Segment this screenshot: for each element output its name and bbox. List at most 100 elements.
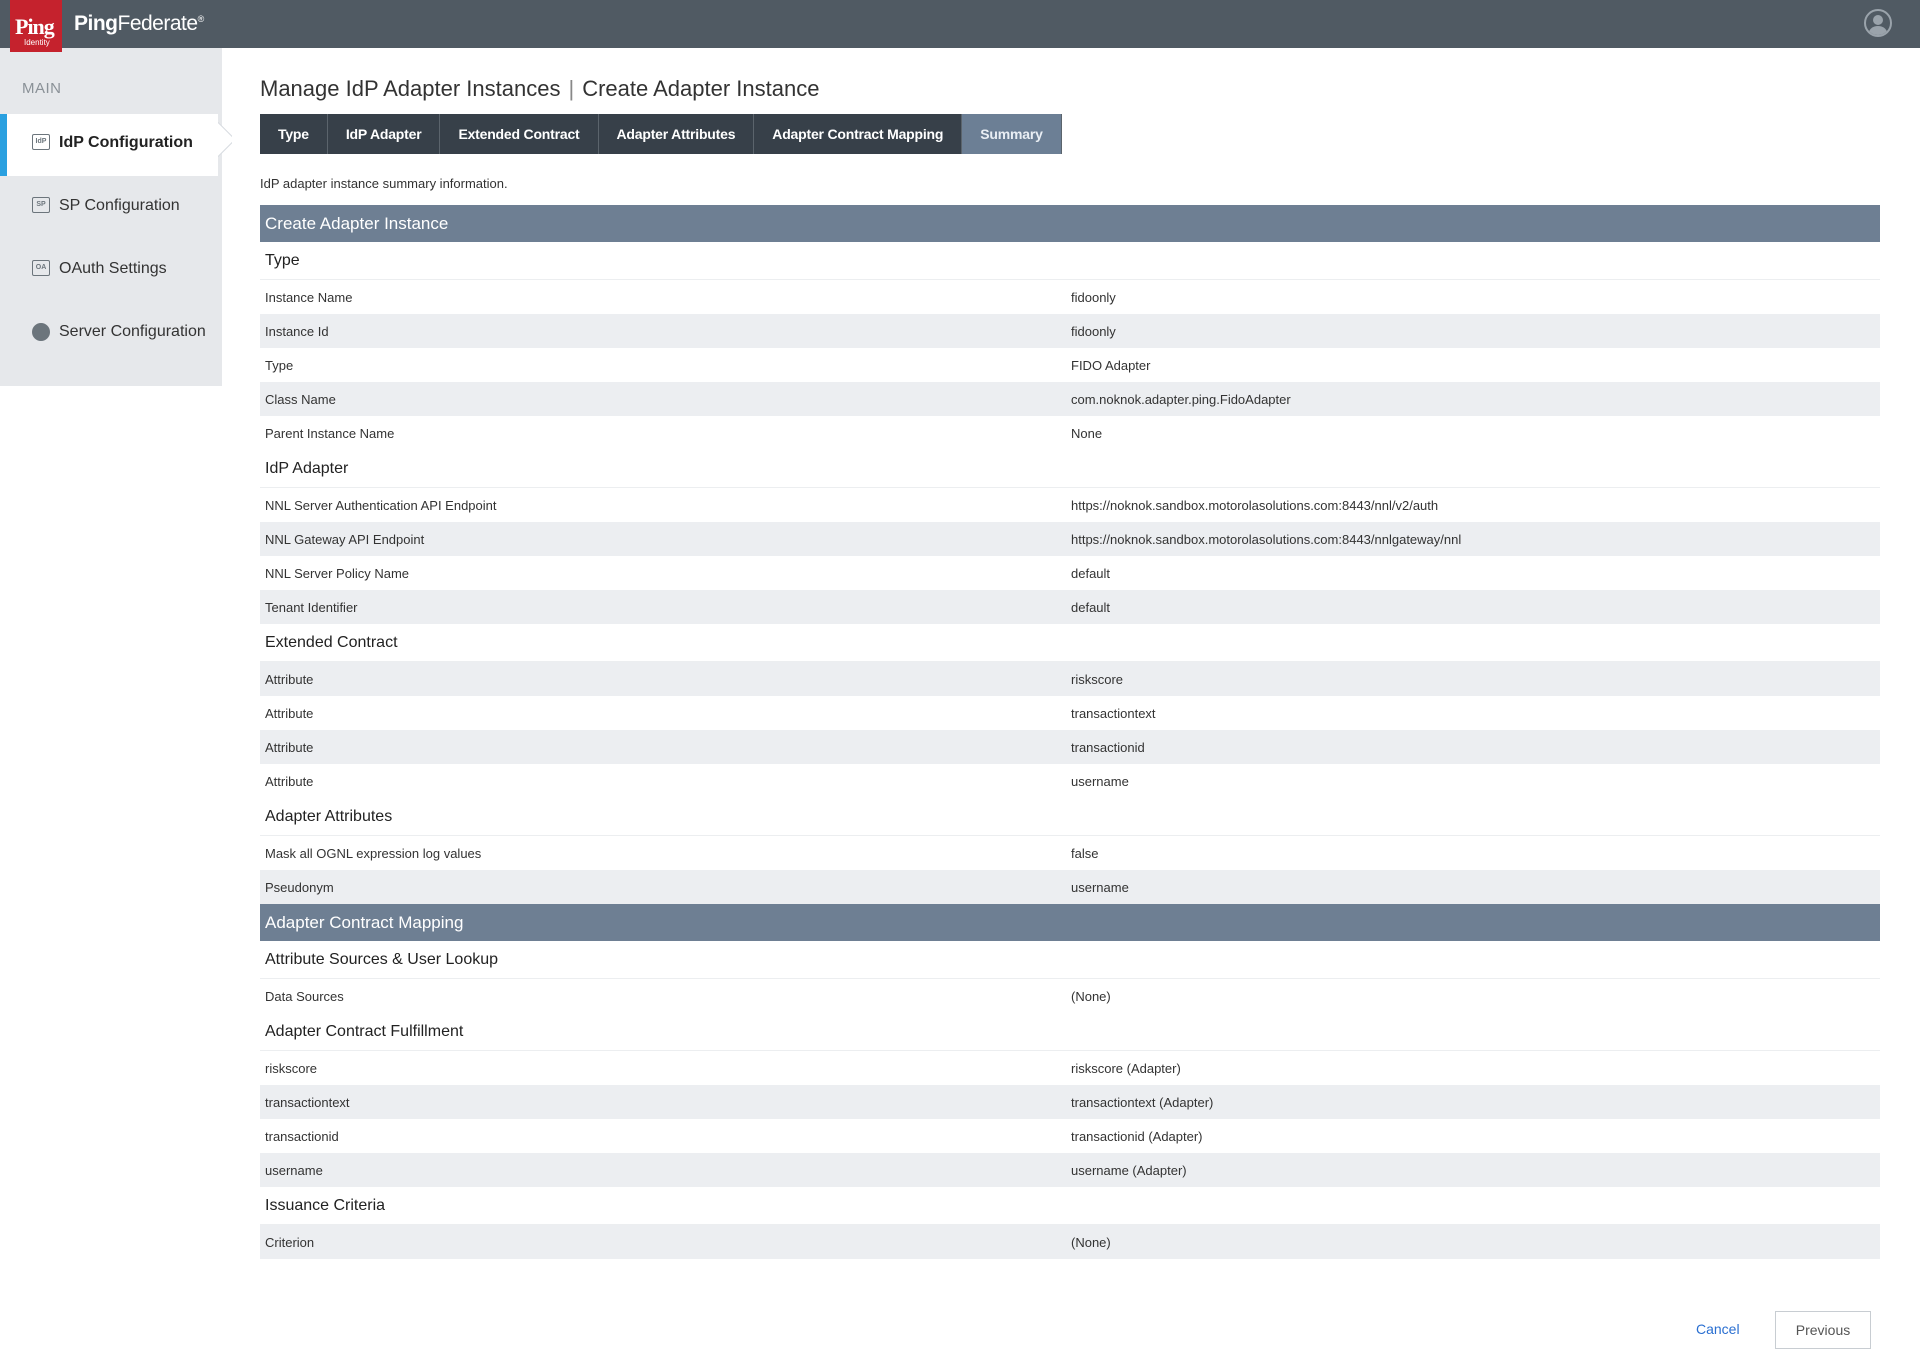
row-key: username (265, 1162, 323, 1178)
table-row: Instance Id fidoonly (260, 314, 1880, 348)
table-row: transactiontext transactiontext (Adapter) (260, 1085, 1880, 1119)
table-row: NNL Server Policy Name default (260, 556, 1880, 590)
row-value: fidoonly (1071, 323, 1116, 339)
row-value: username (1071, 879, 1129, 895)
section-header-adapter-contract-mapping: Adapter Contract Mapping (260, 904, 1880, 941)
tab-type[interactable]: Type (260, 114, 328, 154)
row-key: Mask all OGNL expression log values (265, 845, 482, 861)
row-key: Class Name (265, 391, 336, 407)
row-key: riskscore (265, 1060, 318, 1076)
row-value: false (1071, 845, 1099, 861)
group-title-attribute-sources: Attribute Sources & User Lookup (260, 941, 1880, 979)
row-key: Tenant Identifier (265, 599, 358, 615)
row-value: username (1071, 773, 1129, 789)
sidebar-item-label: IdP Configuration (59, 134, 193, 151)
row-key: Type (265, 357, 294, 373)
row-value: (None) (1071, 988, 1111, 1004)
table-row: Parent Instance Name None (260, 416, 1880, 450)
cancel-link[interactable]: Cancel (1696, 1321, 1740, 1337)
sidebar-item-label: SP Configuration (59, 197, 180, 214)
breadcrumb-parent: Manage IdP Adapter Instances (260, 76, 561, 101)
intro-text: IdP adapter instance summary information… (260, 176, 508, 191)
table-row: Class Name com.noknok.adapter.ping.FidoAd… (260, 382, 1880, 416)
row-value: transactiontext (1071, 705, 1156, 721)
tab-extended-contract[interactable]: Extended Contract (440, 114, 599, 154)
idp-icon: IdP (32, 134, 50, 150)
row-key: Data Sources (265, 988, 344, 1004)
table-row: Tenant Identifier default (260, 590, 1880, 624)
breadcrumb-separator: | (568, 76, 575, 101)
server-icon (32, 323, 50, 341)
row-value: None (1071, 425, 1103, 441)
row-key: Criterion (265, 1234, 315, 1250)
active-indicator-arrow (218, 114, 232, 176)
group-title-type: Type (260, 242, 1880, 280)
row-value: fidoonly (1071, 289, 1116, 305)
group-title-idp-adapter: IdP Adapter (260, 450, 1880, 488)
table-row: Attribute transactiontext (260, 696, 1880, 730)
table-row: Data Sources (None) (260, 979, 1880, 1013)
tab-adapter-attributes[interactable]: Adapter Attributes (598, 114, 755, 154)
group-title-contract-fulfillment: Adapter Contract Fulfillment (260, 1013, 1880, 1051)
sidebar-section-label: MAIN (22, 80, 62, 97)
trademark: ® (197, 14, 205, 24)
row-value: username (Adapter) (1071, 1162, 1187, 1178)
section-header-create-adapter-instance: Create Adapter Instance (260, 205, 1880, 242)
row-key: Attribute (265, 739, 314, 755)
row-value: riskscore (1071, 671, 1124, 687)
table-row: Attribute username (260, 764, 1880, 798)
summary-table: Create Adapter Instance Type Instance Na… (260, 205, 1880, 1259)
product-name-a: Ping (74, 12, 118, 35)
sidebar-item-server-configuration[interactable]: Server Configuration (0, 303, 222, 365)
table-row: username username (Adapter) (260, 1153, 1880, 1187)
row-value: com.noknok.adapter.ping.FidoAdapter (1071, 391, 1291, 407)
row-value: transactionid (1071, 739, 1145, 755)
breadcrumb-current: Create Adapter Instance (582, 76, 820, 101)
table-row: Pseudonym username (260, 870, 1880, 904)
tab-idp-adapter[interactable]: IdP Adapter (327, 114, 441, 154)
row-key: NNL Server Policy Name (265, 565, 410, 581)
table-row: Criterion (None) (260, 1225, 1880, 1259)
table-row: Mask all OGNL expression log values false (260, 836, 1880, 870)
sp-icon: SP (32, 197, 50, 213)
previous-button[interactable]: Previous (1775, 1311, 1871, 1349)
table-row: NNL Server Authentication API Endpoint ht… (260, 488, 1880, 522)
sidebar-item-idp-configuration[interactable]: IdP IdP Configuration (0, 114, 218, 176)
sidebar-item-label: OAuth Settings (59, 260, 167, 277)
top-header: Ping Identity PingFederate® (0, 0, 1920, 52)
tab-summary[interactable]: Summary (962, 114, 1062, 154)
row-key: Pseudonym (265, 879, 334, 895)
table-row: Instance Name fidoonly (260, 280, 1880, 314)
logo-text: Ping (15, 14, 55, 39)
row-value: https://noknok.sandbox.motorolasolutions… (1071, 497, 1439, 513)
row-value: transactiontext (Adapter) (1071, 1094, 1214, 1110)
user-account-icon[interactable] (1864, 9, 1892, 37)
row-key: NNL Server Authentication API Endpoint (265, 497, 497, 513)
row-key: Attribute (265, 773, 314, 789)
table-row: transactionid transactionid (Adapter) (260, 1119, 1880, 1153)
row-key: Attribute (265, 671, 314, 687)
row-value: FIDO Adapter (1071, 357, 1151, 373)
table-row: Attribute riskscore (260, 662, 1880, 696)
product-name: PingFederate® (74, 12, 204, 36)
row-key: transactiontext (265, 1094, 350, 1110)
row-key: Instance Name (265, 289, 353, 305)
table-row: NNL Gateway API Endpoint https://noknok.s… (260, 522, 1880, 556)
product-name-b: Federate (117, 12, 199, 35)
row-key: Instance Id (265, 323, 329, 339)
page-title: Manage IdP Adapter Instances | Create Adap… (260, 76, 819, 102)
sidebar-item-oauth-settings[interactable]: OA OAuth Settings (0, 240, 222, 302)
group-title-extended-contract: Extended Contract (260, 624, 1880, 662)
table-row: Attribute transactionid (260, 730, 1880, 764)
row-key: Parent Instance Name (265, 425, 395, 441)
logo-subtext: Identity (24, 38, 50, 47)
row-value: default (1071, 599, 1111, 615)
row-value: default (1071, 565, 1111, 581)
row-value: (None) (1071, 1234, 1111, 1250)
group-title-issuance-criteria: Issuance Criteria (260, 1187, 1880, 1225)
tab-adapter-contract-mapping[interactable]: Adapter Contract Mapping (754, 114, 963, 154)
sidebar-item-sp-configuration[interactable]: SP SP Configuration (0, 177, 222, 239)
row-key: NNL Gateway API Endpoint (265, 531, 425, 547)
wizard-tabs: Type IdP Adapter Extended Contract Adapt… (260, 114, 1062, 154)
row-value: https://noknok.sandbox.motorolasolutions… (1071, 531, 1462, 547)
